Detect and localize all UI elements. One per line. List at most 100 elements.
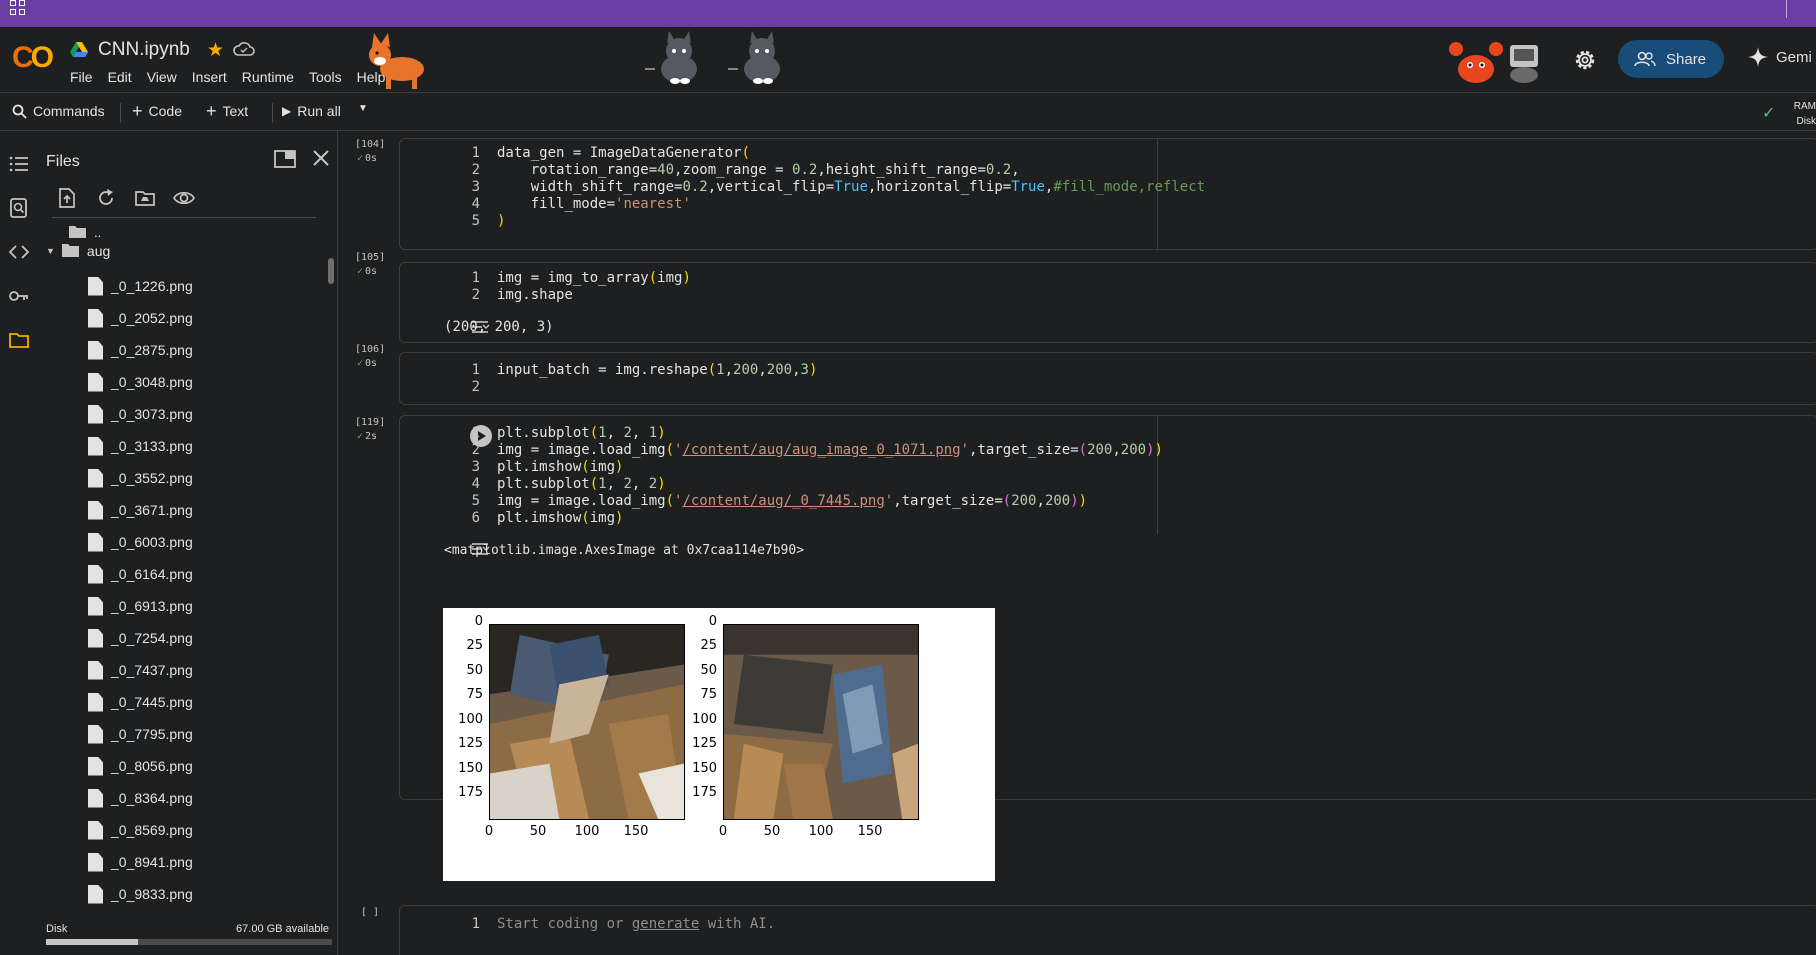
- code-line[interactable]: plt.imshow(img): [497, 459, 623, 475]
- line-number: 2: [471, 287, 480, 303]
- code-cell[interactable]: 1 2 3 4 5 data_gen = ImageDataGenerator(…: [399, 138, 1816, 251]
- files-scrollbar[interactable]: [328, 258, 334, 284]
- file-item[interactable]: _0_6913.png: [88, 590, 193, 622]
- parent-folder-item[interactable]: ..: [68, 224, 101, 240]
- file-item[interactable]: _0_1226.png: [88, 270, 193, 302]
- code-line[interactable]: plt.imshow(img): [497, 510, 623, 526]
- line-number: 5: [471, 493, 480, 509]
- close-icon[interactable]: [312, 149, 330, 167]
- find-replace-icon[interactable]: [8, 197, 30, 219]
- disk-usage-bar: [46, 939, 332, 945]
- file-icon: [88, 564, 103, 584]
- resource-indicator[interactable]: RAM Disk: [1794, 99, 1816, 129]
- file-item[interactable]: _0_8941.png: [88, 846, 193, 878]
- colab-logo[interactable]: CO: [12, 41, 54, 75]
- file-item[interactable]: _0_2052.png: [88, 302, 193, 334]
- gemini-label: Gemi: [1776, 48, 1812, 66]
- line-number: 4: [471, 476, 480, 492]
- open-in-tab-icon[interactable]: [274, 149, 296, 169]
- notebook-toolbar: Commands + Code + Text ▶ Run all ▼ ✓ RAM…: [0, 93, 1816, 131]
- settings-gear-icon[interactable]: [1572, 47, 1598, 73]
- refresh-icon[interactable]: [95, 187, 117, 209]
- apps-grid-icon[interactable]: [10, 0, 26, 16]
- menu-runtime[interactable]: Runtime: [242, 69, 294, 85]
- gemini-button[interactable]: Gemi: [1748, 47, 1812, 67]
- code-line[interactable]: ): [497, 213, 505, 229]
- menu-view[interactable]: View: [147, 69, 177, 85]
- share-button[interactable]: Share: [1618, 40, 1724, 78]
- code-cell[interactable]: 1 2 img = img_to_array(img) img.shape (2…: [399, 262, 1816, 343]
- file-item[interactable]: _0_8056.png: [88, 750, 193, 782]
- code-line[interactable]: rotation_range=40,zoom_range = 0.2,heigh…: [497, 162, 1020, 178]
- empty-code-cell[interactable]: 1 Start coding or generate with AI.: [399, 905, 1816, 955]
- aug-folder-item[interactable]: ▼ aug: [46, 243, 110, 259]
- file-item[interactable]: _0_3048.png: [88, 366, 193, 398]
- generate-link[interactable]: generate: [632, 916, 699, 932]
- text-label: Text: [222, 103, 249, 119]
- file-item[interactable]: _0_8364.png: [88, 782, 193, 814]
- run-all-dropdown[interactable]: ▼: [358, 103, 368, 114]
- subplot-2-axes: [723, 624, 919, 820]
- y-tick-label: 100: [692, 712, 717, 727]
- run-all-button[interactable]: ▶ Run all: [282, 103, 341, 119]
- code-line[interactable]: img = image.load_img('/content/aug/_0_74…: [497, 493, 1087, 509]
- file-item[interactable]: _0_7445.png: [88, 686, 193, 718]
- commands-button[interactable]: Commands: [12, 103, 105, 119]
- file-item[interactable]: _0_6164.png: [88, 558, 193, 590]
- file-item[interactable]: _0_7795.png: [88, 718, 193, 750]
- x-tick-label: 100: [574, 824, 600, 839]
- disk-label: Disk: [46, 923, 68, 935]
- secrets-key-icon[interactable]: [8, 285, 30, 307]
- file-icon: [88, 692, 103, 712]
- star-icon[interactable]: ★: [207, 39, 224, 62]
- exec-time-value: 2s: [365, 431, 378, 442]
- code-line[interactable]: plt.subplot(1, 2, 1): [497, 425, 666, 441]
- file-item[interactable]: _0_2875.png: [88, 334, 193, 366]
- mount-drive-icon[interactable]: [134, 187, 156, 209]
- file-name: _0_6164.png: [111, 566, 193, 582]
- code-snippets-icon[interactable]: [8, 241, 30, 263]
- code-line[interactable]: img = img_to_array(img): [497, 270, 691, 286]
- drive-icon[interactable]: [70, 42, 88, 58]
- file-item[interactable]: _0_7437.png: [88, 654, 193, 686]
- file-item[interactable]: _0_3133.png: [88, 430, 193, 462]
- file-item[interactable]: _0_3073.png: [88, 398, 193, 430]
- code-line[interactable]: fill_mode='nearest': [497, 196, 691, 212]
- code-cell[interactable]: 1 2 input_batch = img.reshape(1,200,200,…: [399, 352, 1816, 405]
- file-icon: [88, 532, 103, 552]
- file-item[interactable]: _0_6003.png: [88, 526, 193, 558]
- code-line[interactable]: data_gen = ImageDataGenerator(: [497, 145, 750, 161]
- code-line[interactable]: img.shape: [497, 287, 573, 303]
- file-icon: [88, 468, 103, 488]
- menu-edit[interactable]: Edit: [108, 69, 132, 85]
- menu-file[interactable]: File: [70, 69, 93, 85]
- code-line[interactable]: plt.subplot(1, 2, 2): [497, 476, 666, 492]
- exec-time-value: 0s: [365, 266, 378, 277]
- file-icon: [88, 308, 103, 328]
- exec-count: [106]: [355, 344, 386, 355]
- file-item[interactable]: _0_8569.png: [88, 814, 193, 846]
- table-of-contents-icon[interactable]: [8, 153, 30, 175]
- cell-placeholder[interactable]: Start coding or generate with AI.: [497, 916, 775, 932]
- code-line[interactable]: width_shift_range=0.2,vertical_flip=True…: [497, 179, 1205, 195]
- upload-file-icon[interactable]: [56, 187, 78, 209]
- y-tick-label: 125: [692, 736, 717, 751]
- file-icon: [88, 820, 103, 840]
- code-line[interactable]: input_batch = img.reshape(1,200,200,3): [497, 362, 817, 378]
- file-name: _0_7795.png: [111, 726, 193, 742]
- menu-tools[interactable]: Tools: [309, 69, 342, 85]
- file-item[interactable]: _0_3671.png: [88, 494, 193, 526]
- connected-check-icon[interactable]: ✓: [1762, 103, 1775, 123]
- show-hidden-eye-icon[interactable]: [173, 187, 195, 209]
- add-code-button[interactable]: + Code: [132, 102, 182, 120]
- file-item[interactable]: _0_7254.png: [88, 622, 193, 654]
- files-folder-icon[interactable]: [8, 329, 30, 351]
- notebook-title[interactable]: CNN.ipynb: [98, 39, 190, 61]
- file-item[interactable]: _0_3552.png: [88, 462, 193, 494]
- file-item[interactable]: _0_9833.png: [88, 878, 193, 910]
- code-line[interactable]: img = image.load_img('/content/aug/aug_i…: [497, 442, 1163, 458]
- menu-insert[interactable]: Insert: [192, 69, 227, 85]
- window-control[interactable]: [1786, 0, 1816, 18]
- cloud-icon[interactable]: [233, 41, 255, 57]
- add-text-button[interactable]: + Text: [206, 102, 249, 120]
